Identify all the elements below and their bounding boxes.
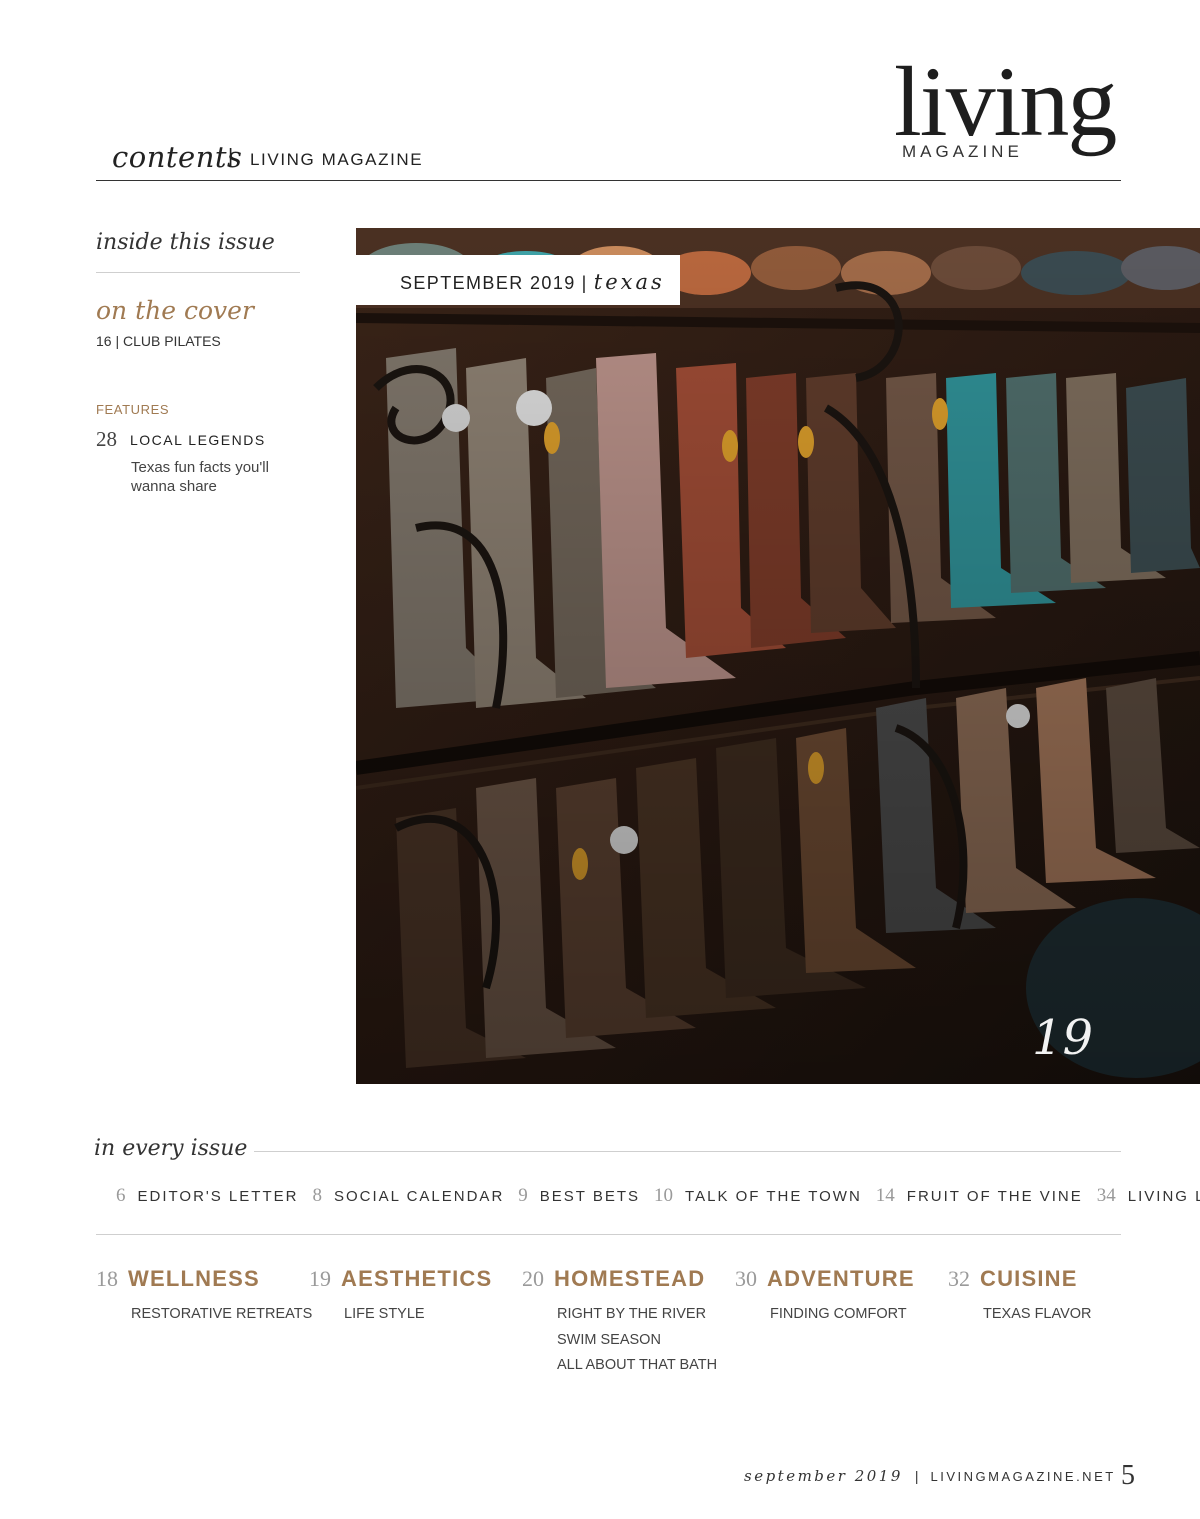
department-item: LIFE STYLE bbox=[344, 1306, 425, 1322]
footer: september 2019 | LIVINGMAGAZINE.NET bbox=[744, 1467, 1116, 1485]
on-the-cover-heading: on the cover bbox=[96, 296, 254, 325]
every-issue-item: 34 LIVING LIKES bbox=[1097, 1185, 1200, 1207]
department-number: 19 bbox=[309, 1266, 331, 1291]
issue-date-tag: SEPTEMBER 2019 | texas bbox=[356, 255, 680, 305]
header-separator: | bbox=[228, 146, 234, 168]
header-magazine-name: LIVING MAGAZINE bbox=[250, 150, 424, 169]
every-issue-item: 9 BEST BETS bbox=[518, 1185, 640, 1207]
every-issue-number: 6 bbox=[116, 1185, 126, 1206]
footer-separator: | bbox=[914, 1468, 919, 1484]
department-item: RIGHT BY THE RIVER bbox=[557, 1306, 707, 1322]
every-issue-label: LIVING LIKES bbox=[1127, 1188, 1200, 1205]
logo-subword: MAGAZINE bbox=[898, 142, 1027, 162]
contents-heading: contents bbox=[112, 140, 243, 174]
page-number: 5 bbox=[1121, 1460, 1135, 1491]
department-item: RESTORATIVE RETREATS bbox=[131, 1306, 313, 1322]
department-item: FINDING COMFORT bbox=[770, 1306, 907, 1322]
header-rule bbox=[96, 180, 1121, 181]
department-title: HOMESTEAD bbox=[554, 1266, 706, 1291]
tag-date: SEPTEMBER 2019 bbox=[400, 273, 576, 293]
feature-description: Texas fun facts you'll wanna share bbox=[131, 459, 269, 495]
every-issue-item: 14 FRUIT OF THE VINE bbox=[876, 1185, 1083, 1207]
department-adventure: 30 ADVENTURE FINDING COMFORT bbox=[735, 1266, 935, 1328]
every-issue-number: 10 bbox=[654, 1185, 674, 1206]
every-issue-list: 6 EDITOR'S LETTER 8 SOCIAL CALENDAR 9 BE… bbox=[116, 1185, 1200, 1207]
every-issue-rule bbox=[254, 1151, 1121, 1152]
feature-page-number: 28 bbox=[96, 427, 117, 451]
tag-separator: | bbox=[581, 273, 588, 293]
every-issue-item: 6 EDITOR'S LETTER bbox=[116, 1185, 298, 1207]
department-item: ALL ABOUT THAT BATH bbox=[557, 1357, 718, 1373]
feature-title: LOCAL LEGENDS bbox=[130, 432, 266, 448]
department-aesthetics: 19 AESTHETICS LIFE STYLE bbox=[309, 1266, 509, 1328]
logo-word: living bbox=[894, 46, 1117, 157]
every-issue-label: EDITOR'S LETTER bbox=[137, 1188, 299, 1205]
inside-this-issue-heading: inside this issue bbox=[96, 230, 275, 255]
cover-photo-boots bbox=[356, 228, 1200, 1084]
footer-date: september 2019 bbox=[744, 1467, 903, 1485]
every-issue-number: 9 bbox=[518, 1185, 528, 1206]
inside-divider bbox=[96, 272, 300, 273]
department-title: ADVENTURE bbox=[767, 1266, 915, 1291]
every-issue-label: BEST BETS bbox=[539, 1188, 641, 1205]
photo-page-number: 19 bbox=[1032, 1010, 1094, 1066]
in-every-issue-heading: in every issue bbox=[94, 1136, 248, 1161]
department-number: 30 bbox=[735, 1266, 757, 1291]
every-issue-number: 14 bbox=[875, 1185, 895, 1206]
every-issue-item: 10 TALK OF THE TOWN bbox=[654, 1185, 862, 1207]
every-issue-number: 8 bbox=[312, 1185, 322, 1206]
department-title: AESTHETICS bbox=[341, 1266, 493, 1291]
features-heading: FEATURES bbox=[96, 402, 170, 417]
every-issue-number: 34 bbox=[1096, 1185, 1116, 1206]
tag-state: texas bbox=[593, 270, 665, 294]
department-number: 32 bbox=[948, 1266, 970, 1291]
department-number: 18 bbox=[96, 1266, 118, 1291]
department-title: CUISINE bbox=[980, 1266, 1078, 1291]
department-item: TEXAS FLAVOR bbox=[983, 1306, 1092, 1322]
department-title: WELLNESS bbox=[128, 1266, 260, 1291]
every-issue-label: TALK OF THE TOWN bbox=[685, 1188, 862, 1205]
department-item: SWIM SEASON bbox=[557, 1331, 661, 1348]
every-issue-label: FRUIT OF THE VINE bbox=[906, 1188, 1083, 1205]
department-wellness: 18 WELLNESS RESTORATIVE RETREATS bbox=[96, 1266, 313, 1328]
every-issue-label: SOCIAL CALENDAR bbox=[333, 1188, 505, 1205]
department-homestead: 20 HOMESTEAD RIGHT BY THE RIVER SWIM SEA… bbox=[522, 1266, 722, 1379]
departments-rule bbox=[96, 1234, 1121, 1235]
department-cuisine: 32 CUISINE TEXAS FLAVOR bbox=[948, 1266, 1148, 1328]
cover-item: 16 | CLUB PILATES bbox=[96, 333, 221, 349]
department-number: 20 bbox=[522, 1266, 544, 1291]
footer-website-link[interactable]: LIVINGMAGAZINE.NET bbox=[931, 1469, 1116, 1484]
living-magazine-logo: living MAGAZINE bbox=[880, 52, 1117, 170]
every-issue-item: 8 SOCIAL CALENDAR bbox=[312, 1185, 504, 1207]
